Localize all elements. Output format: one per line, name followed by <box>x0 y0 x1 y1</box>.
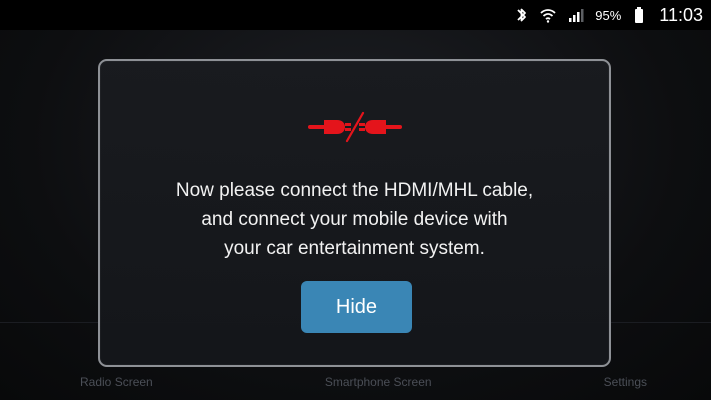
hide-button[interactable]: Hide <box>301 281 412 333</box>
clock: 11:03 <box>659 4 703 25</box>
wifi-icon <box>539 6 557 24</box>
screen: 95% 11:03 Radio Screen Smartphone Screen… <box>0 0 711 400</box>
signal-icon <box>567 6 585 24</box>
settings-tab[interactable]: Settings <box>604 375 647 389</box>
radio-screen-tab[interactable]: Radio Screen <box>80 375 153 389</box>
status-icons: 95% 11:03 <box>515 0 703 30</box>
battery-percentage: 95% <box>595 7 622 23</box>
disconnected-plug-icon <box>307 111 402 143</box>
bluetooth-icon <box>515 6 529 24</box>
bottom-navigation: Radio Screen Smartphone Screen Settings <box>0 364 711 400</box>
dialog-message: Now please connect the HDMI/MHL cable, a… <box>175 180 534 259</box>
smartphone-screen-tab[interactable]: Smartphone Screen <box>325 375 432 389</box>
status-bar: 95% 11:03 <box>0 0 711 30</box>
connection-dialog: Now please connect the HDMI/MHL cable, a… <box>98 59 611 367</box>
battery-icon <box>633 6 645 24</box>
